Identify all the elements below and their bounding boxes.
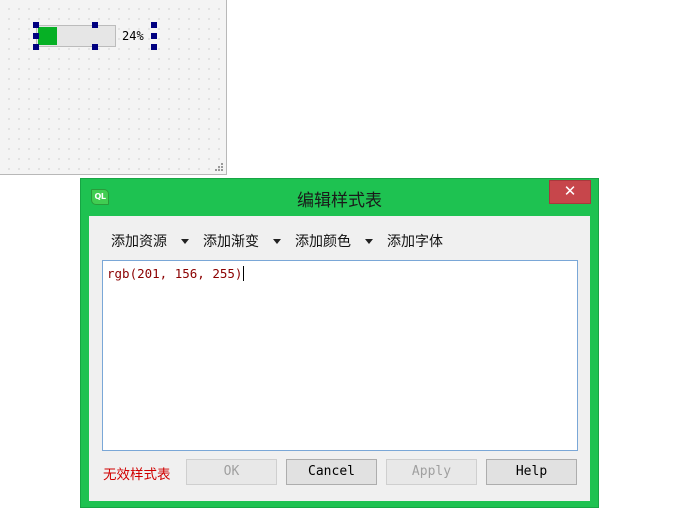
selection-handle-bottom-right[interactable] bbox=[151, 44, 157, 50]
text-caret bbox=[243, 266, 245, 281]
dialog-title: 编辑样式表 bbox=[297, 191, 382, 211]
add-gradient-button[interactable]: 添加渐变 bbox=[195, 229, 287, 253]
toolbar-item-label: 添加颜色 bbox=[295, 234, 351, 250]
selection-handle-bottom-left[interactable] bbox=[33, 44, 39, 50]
resize-grip-icon[interactable] bbox=[214, 162, 224, 172]
dropdown-arrow-icon[interactable] bbox=[365, 238, 373, 244]
progress-label: 24% bbox=[122, 29, 144, 43]
stylesheet-toolbar: 添加资源 添加渐变 添加颜色 添加字体 bbox=[103, 229, 449, 253]
dialog-titlebar[interactable]: QL 编辑样式表 ✕ bbox=[81, 179, 598, 215]
close-button[interactable]: ✕ bbox=[549, 180, 591, 204]
cancel-button[interactable]: Cancel bbox=[286, 459, 377, 485]
edit-stylesheet-dialog: QL 编辑样式表 ✕ 添加资源 添加渐变 添加颜色 添加字体 rgb(201, … bbox=[80, 178, 599, 508]
progress-fill bbox=[38, 27, 57, 45]
selection-handle-bottom-middle[interactable] bbox=[92, 44, 98, 50]
dropdown-arrow-icon[interactable] bbox=[273, 238, 281, 244]
add-font-button[interactable]: 添加字体 bbox=[379, 229, 449, 253]
toolbar-item-label: 添加资源 bbox=[111, 234, 167, 250]
add-color-button[interactable]: 添加颜色 bbox=[287, 229, 379, 253]
editor-line: rgb(201, 156, 255) bbox=[107, 266, 243, 281]
ok-button[interactable]: OK bbox=[186, 459, 277, 485]
status-invalid-stylesheet: 无效样式表 bbox=[103, 467, 171, 483]
stylesheet-editor[interactable]: rgb(201, 156, 255) bbox=[102, 260, 578, 451]
add-resource-button[interactable]: 添加资源 bbox=[103, 229, 195, 253]
designer-form[interactable]: 24% bbox=[0, 0, 227, 175]
selection-handle-top-left[interactable] bbox=[33, 22, 39, 28]
apply-button[interactable]: Apply bbox=[386, 459, 477, 485]
dropdown-arrow-icon[interactable] bbox=[181, 238, 189, 244]
toolbar-item-label: 添加渐变 bbox=[203, 234, 259, 250]
selection-handle-middle-left[interactable] bbox=[33, 33, 39, 39]
progress-bar[interactable] bbox=[36, 25, 116, 47]
selection-handle-middle-right[interactable] bbox=[151, 33, 157, 39]
selection-handle-top-middle[interactable] bbox=[92, 22, 98, 28]
toolbar-item-label: 添加字体 bbox=[387, 234, 443, 250]
dialog-client: 添加资源 添加渐变 添加颜色 添加字体 rgb(201, 156, 255) 无… bbox=[89, 216, 590, 501]
selection-handle-top-right[interactable] bbox=[151, 22, 157, 28]
editor-content: rgb(201, 156, 255) bbox=[107, 266, 245, 281]
help-button[interactable]: Help bbox=[486, 459, 577, 485]
